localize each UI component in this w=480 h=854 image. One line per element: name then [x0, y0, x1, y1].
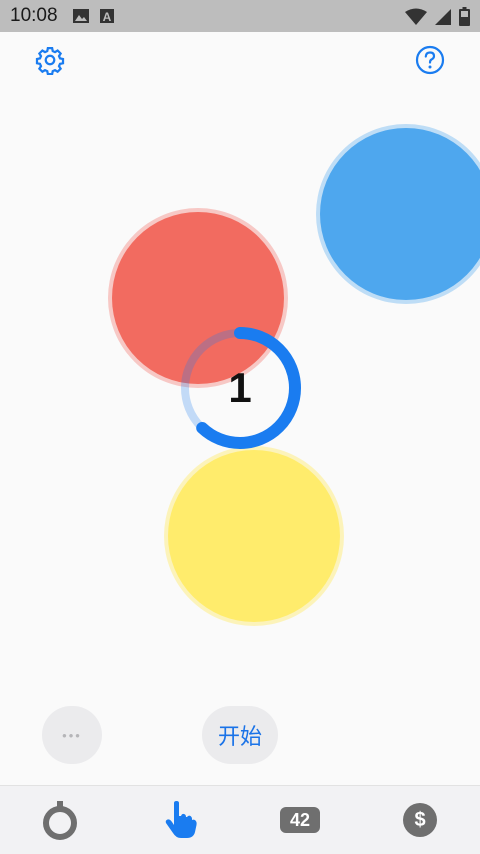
stopwatch-icon: [43, 801, 77, 840]
dollar-icon: $: [403, 803, 437, 837]
battery-icon: [459, 7, 470, 26]
image-icon: [73, 9, 89, 23]
start-button[interactable]: 开始: [202, 706, 278, 764]
blue-circle[interactable]: [320, 128, 480, 300]
yellow-circle[interactable]: [168, 450, 340, 622]
wifi-icon: [405, 8, 427, 25]
question-circle-icon: [415, 45, 445, 75]
tab-bar: 42 $: [0, 785, 480, 854]
svg-text:A: A: [103, 10, 112, 24]
counter-value: 1: [228, 364, 252, 411]
help-button[interactable]: [410, 40, 450, 80]
status-time: 10:08: [10, 5, 58, 26]
tab-price[interactable]: $: [380, 786, 460, 854]
pointing-hand-icon: [165, 801, 197, 838]
tab-number[interactable]: 42: [260, 786, 340, 854]
number-badge: 42: [280, 807, 320, 833]
tab-timer[interactable]: [20, 786, 100, 854]
status-bar: 10:08 A: [0, 0, 480, 32]
more-dots-icon: •••: [62, 727, 82, 743]
a-badge-icon: A: [100, 9, 114, 24]
signal-icon: [435, 8, 451, 25]
settings-button[interactable]: [30, 40, 70, 80]
more-button[interactable]: •••: [42, 706, 102, 764]
gear-icon: [35, 47, 65, 75]
countdown-counter: 1: [178, 326, 302, 450]
tab-tap[interactable]: [140, 786, 220, 854]
